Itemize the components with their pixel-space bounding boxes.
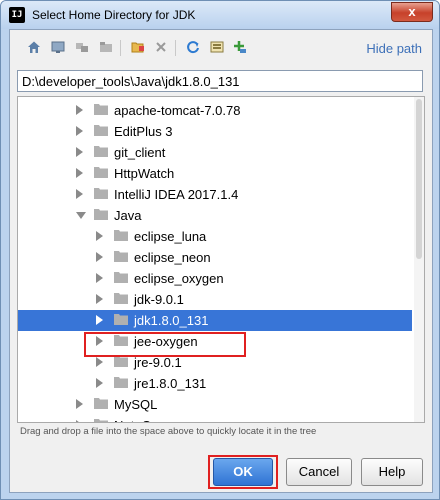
tree-row[interactable]: IntelliJ IDEA 2017.1.4: [18, 184, 412, 205]
folder-icon: [94, 146, 108, 157]
expand-right-arrow-icon[interactable]: [76, 420, 83, 422]
title-bar[interactable]: IJ Select Home Directory for JDK x: [1, 1, 439, 29]
folder-icon: [114, 293, 128, 304]
tree-row-label: Java: [114, 208, 142, 223]
project-icon[interactable]: [74, 39, 90, 55]
add-icon[interactable]: [232, 39, 248, 55]
expand-right-arrow-icon[interactable]: [76, 189, 83, 199]
drag-drop-hint: Drag and drop a file into the space abov…: [20, 426, 317, 437]
tree-row-label: EditPlus 3: [114, 124, 173, 139]
folder-icon: [94, 188, 108, 199]
folder-icon: [94, 209, 108, 220]
tree-row[interactable]: eclipse_neon: [18, 247, 412, 268]
tree-row[interactable]: apache-tomcat-7.0.78: [18, 100, 412, 121]
expand-right-arrow-icon[interactable]: [96, 273, 103, 283]
new-folder-icon[interactable]: [130, 39, 146, 55]
desktop-icon[interactable]: [50, 39, 66, 55]
expand-right-arrow-icon[interactable]: [96, 315, 103, 325]
delete-icon[interactable]: [153, 39, 169, 55]
intellij-app-icon: IJ: [9, 7, 25, 23]
dialog-content: Hide path D:\developer_tools\Java\jdk1.8…: [9, 29, 433, 493]
expand-down-arrow-icon[interactable]: [76, 212, 86, 219]
cancel-button[interactable]: Cancel: [286, 458, 352, 486]
tree-row[interactable]: HttpWatch: [18, 163, 412, 184]
folder-icon: [114, 377, 128, 388]
tree-row-label: eclipse_luna: [134, 229, 207, 244]
tree-row[interactable]: eclipse_luna: [18, 226, 412, 247]
folder-icon: [94, 104, 108, 115]
refresh-icon[interactable]: [185, 39, 201, 55]
path-input[interactable]: D:\developer_tools\Java\jdk1.8.0_131: [17, 70, 423, 92]
ok-button[interactable]: OK: [213, 458, 273, 486]
hide-path-link[interactable]: Hide path: [366, 41, 422, 56]
expand-right-arrow-icon[interactable]: [76, 126, 83, 136]
tree-scrollbar-thumb[interactable]: [416, 99, 422, 259]
folder-icon: [114, 272, 128, 283]
expand-right-arrow-icon[interactable]: [96, 252, 103, 262]
show-hidden-icon[interactable]: [209, 39, 225, 55]
tree-row-label: IntelliJ IDEA 2017.1.4: [114, 187, 239, 202]
tree-row[interactable]: git_client: [18, 142, 412, 163]
selected-row-highlight-box: [84, 332, 246, 357]
expand-right-arrow-icon[interactable]: [96, 231, 103, 241]
tree-row-label: HttpWatch: [114, 166, 175, 181]
tree-row-label: git_client: [114, 145, 166, 160]
tree-scrollbar[interactable]: [414, 97, 424, 422]
tree-row[interactable]: jdk1.8.0_131: [18, 310, 412, 331]
dialog-title: Select Home Directory for JDK: [32, 8, 196, 22]
tree-row[interactable]: jdk-9.0.1: [18, 289, 412, 310]
tree-row-label: jdk1.8.0_131: [134, 313, 209, 328]
folder-icon: [94, 398, 108, 409]
dialog-window: IJ Select Home Directory for JDK x Hide …: [0, 0, 440, 500]
expand-right-arrow-icon[interactable]: [76, 399, 83, 409]
folder-tree[interactable]: apache-tomcat-7.0.78 EditPlus 3 git_client…: [17, 96, 425, 423]
folder-icon: [94, 419, 108, 422]
tree-row-label: apache-tomcat-7.0.78: [114, 103, 241, 118]
tree-row-label: MySQL: [114, 397, 158, 412]
expand-right-arrow-icon[interactable]: [76, 147, 83, 157]
tree-row[interactable]: MySQL: [18, 394, 412, 415]
expand-right-arrow-icon[interactable]: [76, 168, 83, 178]
expand-right-arrow-icon[interactable]: [96, 294, 103, 304]
tree-row-label: jdk-9.0.1: [134, 292, 184, 307]
tree-row[interactable]: EditPlus 3: [18, 121, 412, 142]
help-button[interactable]: Help: [361, 458, 423, 486]
folder-icon: [94, 167, 108, 178]
tree-row-label: eclipse_oxygen: [134, 271, 224, 286]
folder-icon: [114, 314, 128, 325]
tree-row-label: jre-9.0.1: [134, 355, 182, 370]
folder-icon: [114, 251, 128, 262]
folder-icon: [94, 125, 108, 136]
tree-row-label: jre1.8.0_131: [134, 376, 207, 391]
tree-row[interactable]: NoteCase: [18, 415, 412, 422]
toolbar: Hide path: [10, 30, 432, 64]
expand-right-arrow-icon[interactable]: [76, 105, 83, 115]
tree-row-label: NoteCase: [114, 418, 172, 422]
tree-row[interactable]: Java: [18, 205, 412, 226]
expand-right-arrow-icon[interactable]: [96, 357, 103, 367]
tree-row[interactable]: jre1.8.0_131: [18, 373, 412, 394]
folder-icon: [114, 230, 128, 241]
expand-right-arrow-icon[interactable]: [96, 378, 103, 388]
home-icon[interactable]: [26, 39, 42, 55]
close-button[interactable]: x: [391, 2, 433, 22]
tree-row-label: eclipse_neon: [134, 250, 211, 265]
module-icon[interactable]: [98, 39, 114, 55]
tree-row[interactable]: eclipse_oxygen: [18, 268, 412, 289]
